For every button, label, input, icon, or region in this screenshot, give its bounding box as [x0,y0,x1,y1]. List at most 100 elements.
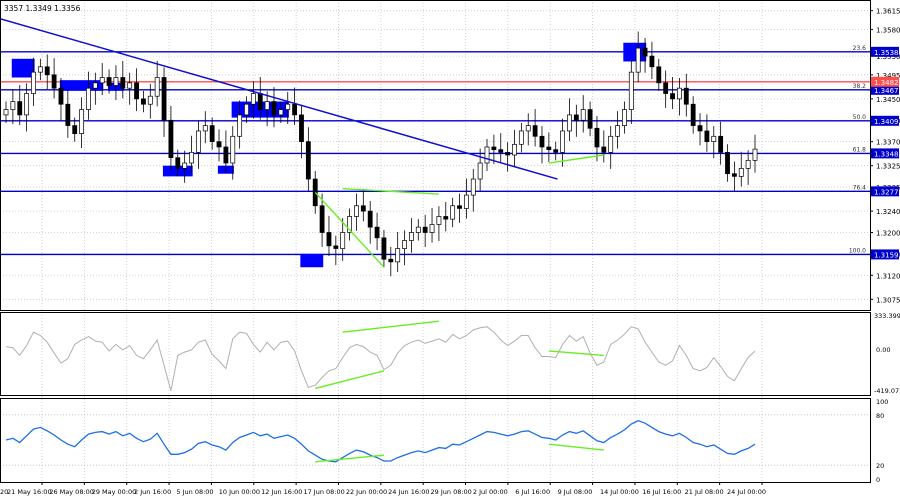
divergence-line [548,154,604,164]
candle-body [731,173,737,177]
candle-body [147,95,153,105]
cci-axis-bottom: -419.071 [874,387,900,395]
candle [285,91,291,124]
candle-body [271,101,277,116]
candle [450,197,456,228]
candle-body [381,237,387,260]
candle [65,89,71,138]
candle [381,229,387,268]
x-axis-label: 21 May 16:00 [7,488,52,496]
rsi-axis-100: 100 [876,398,888,406]
fib-level-pct: 23.6 [853,45,867,52]
candle-body [51,74,57,89]
price-tick-label: 1.3450 [876,96,900,104]
candle-body [422,226,428,233]
candle-body [120,77,126,89]
candle-body [697,125,703,132]
candle [512,129,517,168]
candle [326,215,332,257]
candle [567,98,572,142]
candle [17,84,23,126]
candle-body [92,82,98,89]
candle-body [340,232,346,249]
descending-trend-line [0,17,558,180]
candle-body [711,135,717,142]
fib-value-label: 1.3277 [874,188,899,196]
candle-body [209,125,215,142]
candle-body [470,178,476,196]
candle-body [257,93,263,110]
candle-body [250,93,256,105]
candle-body [223,146,229,164]
price-tick-label: 1.3200 [876,230,900,238]
window-header-text: 3357 1.3349 1.3356 [4,4,81,13]
x-axis-label: 14 Jul 00:00 [600,488,639,496]
x-axis-label: 24 Jul 00:00 [727,488,766,496]
panel-frame [0,0,871,311]
x-axis-label: 9 Jul 08:00 [558,488,593,496]
candle-body [86,87,91,110]
price-tick-label: 1.3075 [876,296,900,304]
candle-body [539,135,545,148]
candle-body [553,149,559,153]
candle-body [374,226,380,239]
candle-body [10,101,16,110]
cci-indicator [5,320,756,391]
x-axis-label: 2 Jul 00:00 [473,488,508,496]
candle [141,90,146,113]
candle-body [230,135,236,164]
x-axis-label: 29 Jun 08:00 [431,488,472,496]
x-axis-label: 29 May 00:00 [92,488,137,496]
candle [539,126,545,164]
candle-body [457,205,462,209]
candle [587,101,593,137]
candle-body [450,205,456,220]
candle [560,118,566,167]
candle [457,193,462,223]
price-tick-label: 1.3615 [876,8,900,16]
candle-body [656,66,662,84]
candle-body [299,114,304,142]
candle-body [436,216,442,225]
candle [615,111,620,149]
candle-body [189,151,194,164]
axes: 1.36151.35801.35301.34951.34501.34101.33… [0,8,900,496]
candle-body [463,194,469,209]
candle [347,208,352,241]
candle [683,73,689,117]
candle-body [31,71,36,94]
candle-body [560,130,566,153]
candle-body [99,77,105,84]
candle-body [704,130,710,142]
candle-body [587,109,593,129]
candle [484,138,490,172]
candle-body [512,143,517,156]
candle-body [745,159,751,169]
candle [690,96,696,134]
panel-frames [0,0,871,483]
candle-body [601,146,607,153]
candle-body [409,232,414,241]
candle [195,120,201,169]
candle-body [168,119,174,159]
candle [354,193,359,231]
fib-value-label: 1.3467 [874,87,899,95]
candle [546,132,552,162]
candle-body [415,226,421,233]
candle [299,104,304,159]
x-axis-label: 17 Jun 08:00 [303,488,344,496]
fib-level-pct: 76.4 [853,184,867,191]
candle [622,101,627,134]
candle-body [367,210,373,228]
divergence-line [314,191,385,268]
candle-body [305,141,311,180]
x-axis-label: 5 Jun 08:00 [176,488,213,496]
candle-body [429,224,435,233]
chart-grid [0,0,870,482]
candle [608,126,614,169]
candle [388,246,394,277]
candle-body [106,77,112,86]
candle [656,58,662,91]
x-axis-label: 12 Jun 16:00 [261,488,302,496]
fib-value-label: 1.3409 [874,118,899,126]
